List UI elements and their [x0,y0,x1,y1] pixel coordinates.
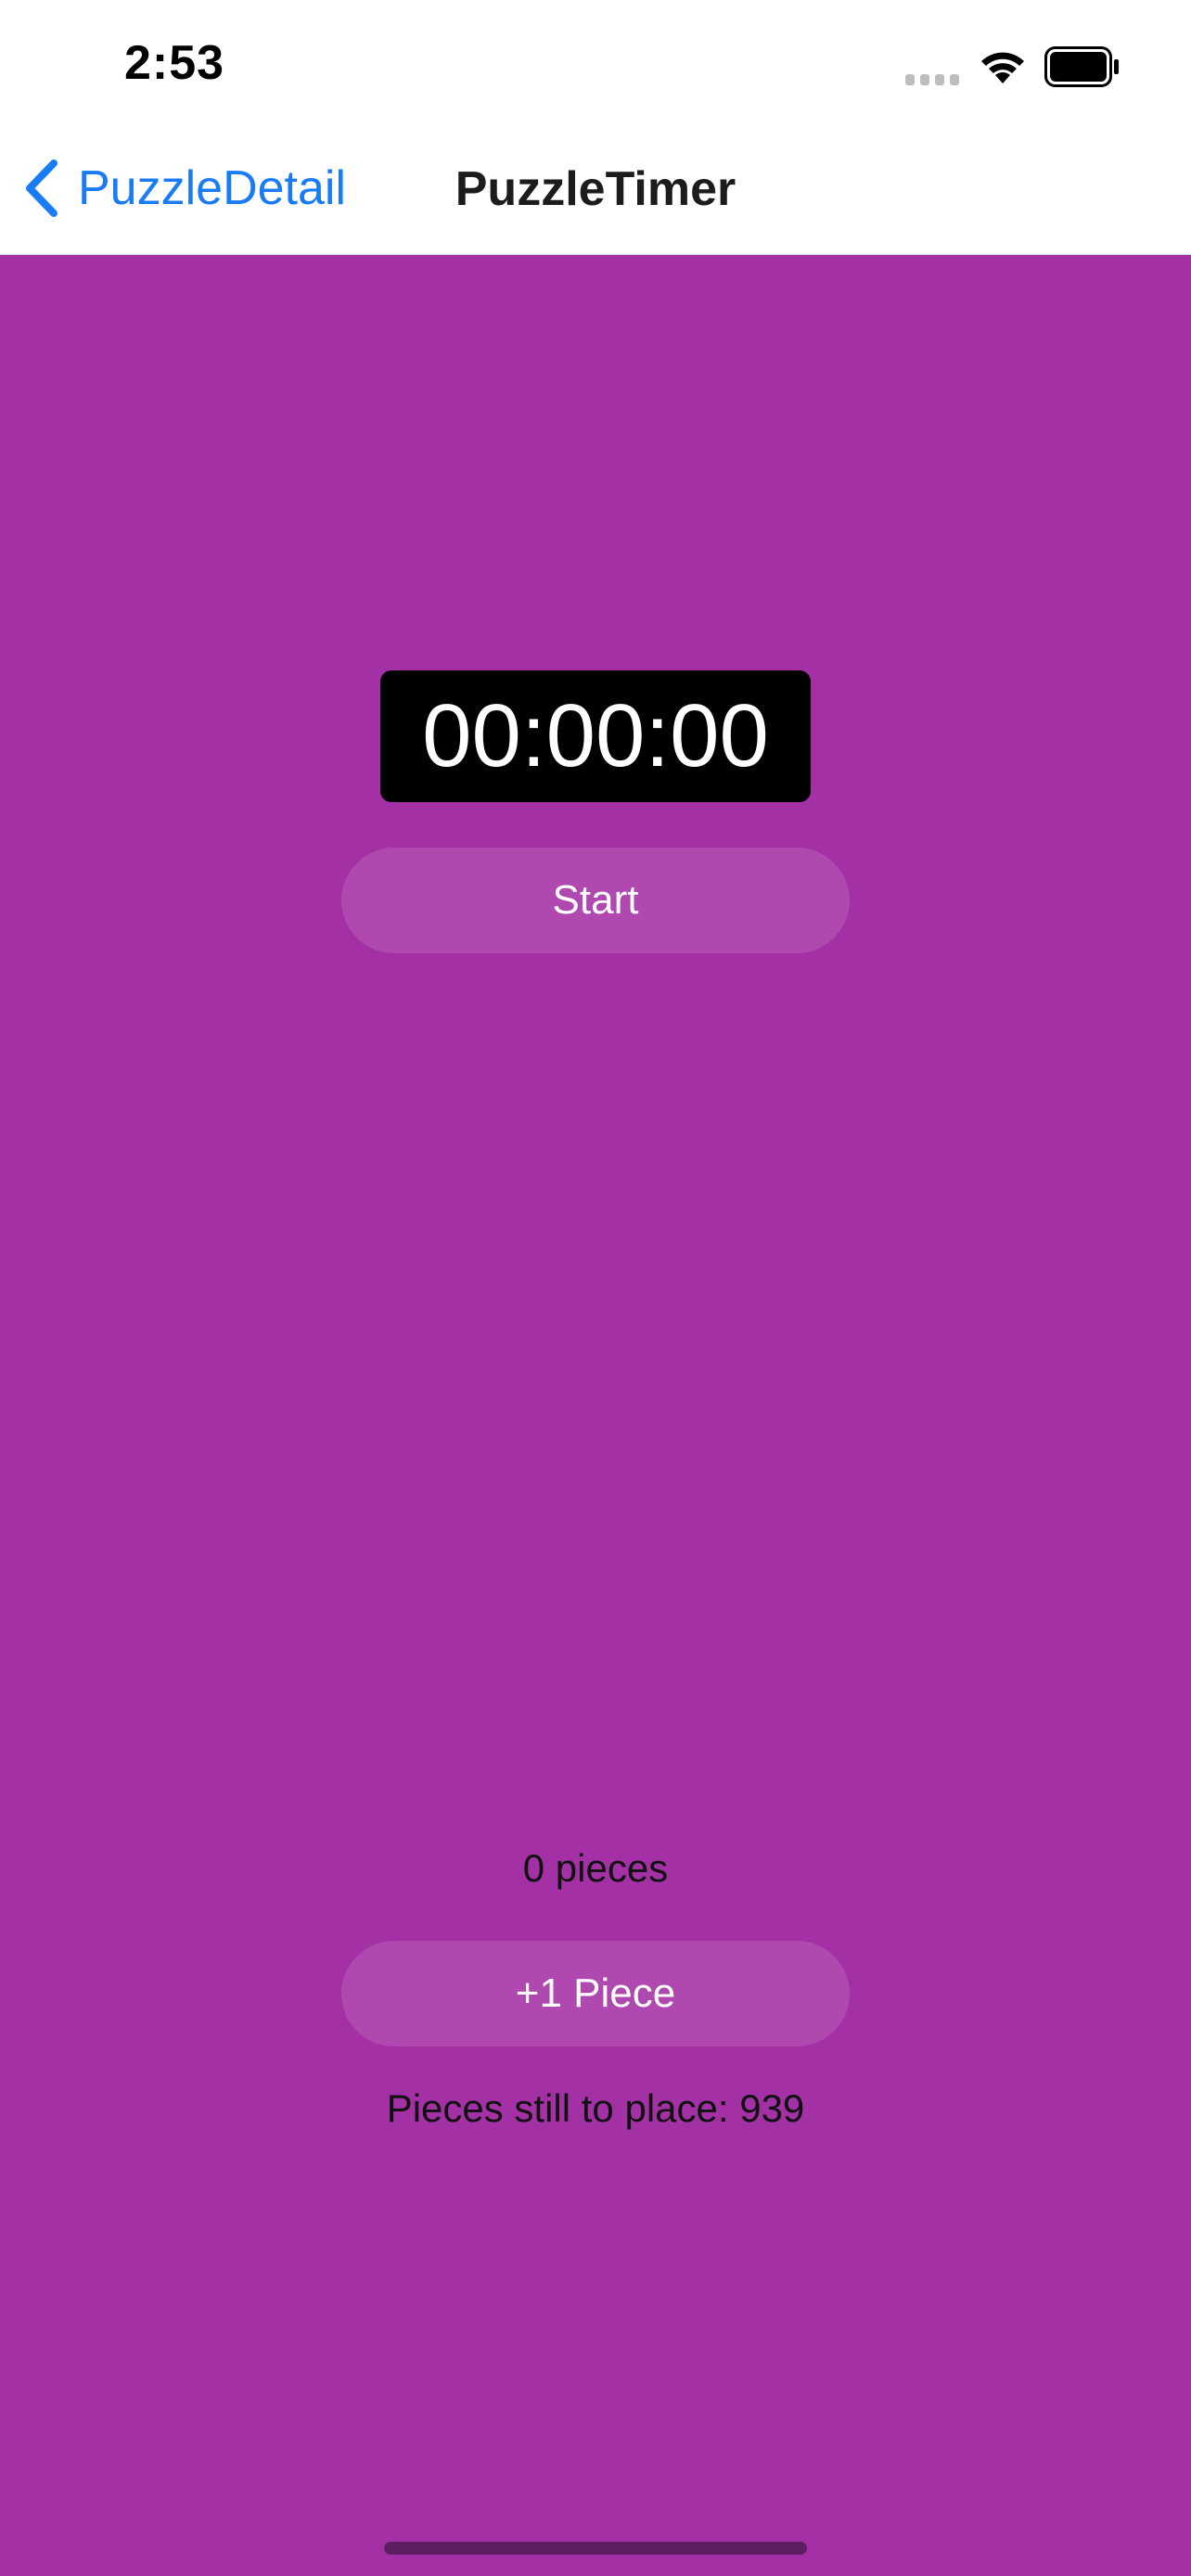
battery-icon [1044,46,1119,87]
wifi-icon [981,52,1024,83]
timer-screen: 00:00:00 Start 0 pieces +1 Piece Pieces … [0,255,1191,2576]
timer-display: 00:00:00 [380,670,811,802]
start-button[interactable]: Start [341,848,850,953]
add-piece-button[interactable]: +1 Piece [341,1941,850,2047]
home-indicator [384,2542,807,2555]
signal-icon [905,74,959,85]
pieces-remaining: Pieces still to place: 939 [386,2086,805,2130]
chevron-left-icon [26,159,58,217]
back-button-label: PuzzleDetail [78,161,347,215]
timer-text: 00:00:00 [422,686,769,785]
status-time: 2:53 [124,36,225,90]
pieces-count: 0 pieces [522,1846,669,1890]
back-button[interactable]: PuzzleDetail [22,156,346,221]
navigation-bar: PuzzleTimer PuzzleDetail [0,121,1191,255]
status-bar: 2:53 [0,0,1191,121]
